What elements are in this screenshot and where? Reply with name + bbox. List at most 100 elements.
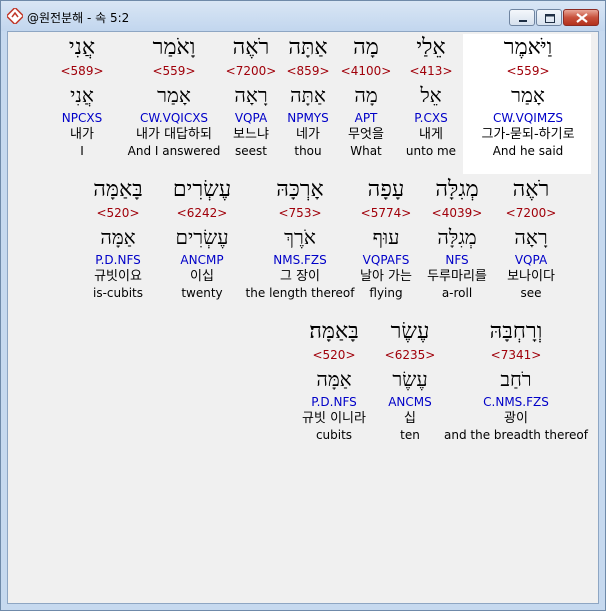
hebrew-word: מָה [353, 35, 379, 60]
parsing-code: VQPA [514, 253, 548, 267]
lexical-form: עוּף [372, 225, 400, 249]
english-gloss: What [350, 144, 382, 158]
lexical-form: אֲנִי [70, 83, 94, 107]
parsing-code: APT [354, 111, 378, 125]
parsing-code: P.CXS [414, 111, 448, 125]
lexical-form: אַתָּה [290, 83, 326, 107]
korean-gloss: 내게 [419, 127, 443, 142]
parsing-code: VQPAFS [362, 253, 410, 267]
minimize-button[interactable] [509, 9, 535, 26]
hebrew-word: עָפָה [367, 177, 405, 202]
parsing-code: P.D.NFS [311, 395, 357, 409]
parsing-code: ANCMS [388, 395, 432, 409]
lexical-form: עֶשֶׂר [392, 367, 428, 391]
hebrew-word: אֲנִי [68, 35, 96, 60]
minimize-icon [519, 20, 527, 22]
strong-number: <7200> [505, 206, 557, 220]
strong-number: <6235> [384, 348, 436, 362]
strong-number: <6242> [176, 206, 228, 220]
hebrew-word: עֶשְׂרִים [172, 177, 232, 202]
word-column[interactable]: מְגִלָּה <4039> מְגִלָּה NFS 두루마리를 a-roll [427, 176, 487, 301]
word-column[interactable]: רֹאֶה <7200> רָאָה VQPA 보나이다 see [506, 176, 557, 301]
english-gloss: the length thereof [245, 286, 355, 300]
app-logo-icon [5, 6, 25, 26]
korean-gloss: 무엇을 [348, 127, 384, 142]
word-column[interactable]: רֹאֶה <7200> רָאָה VQPA 보느냐 seest [226, 34, 277, 159]
close-button[interactable] [563, 9, 599, 26]
word-column[interactable]: עֶשֶׂר <6235> עֶשֶׂר ANCMS 십 ten [385, 318, 436, 443]
hebrew-word: בָּאַמָּה [93, 177, 143, 202]
english-gloss: I [80, 144, 84, 158]
parsing-code: NPMYS [287, 111, 329, 125]
english-gloss: and the breadth thereof [444, 428, 588, 442]
korean-gloss: 보나이다 [507, 269, 555, 284]
hebrew-word: וַיֹּאמֶר [503, 35, 553, 60]
lexical-form: עֶשְׂרִים [175, 225, 229, 249]
hebrew-word: אֵלַי [416, 35, 446, 60]
english-gloss: And he said [492, 144, 564, 158]
korean-gloss: 규빗이요 [94, 269, 142, 284]
word-column[interactable]: עֶשְׂרִים <6242> עֶשְׂרִים ANCMP 이십 twenty [173, 176, 231, 301]
word-column[interactable]: וַיֹּאמֶר <559> אָמַר CW.VQIMZS 그가-묻되-하기로 And… [481, 34, 574, 159]
window-title: @원전분해 - 속 5:2 [27, 11, 130, 25]
korean-gloss: 네가 [296, 127, 320, 142]
hebrew-word: אַתָּה [288, 35, 328, 60]
english-gloss: And I answered [127, 144, 221, 158]
english-gloss: cubits [315, 428, 353, 442]
korean-gloss: 보느냐 [233, 127, 269, 142]
word-column[interactable]: מָה <4100> מָה APT 무엇을 What [341, 34, 392, 159]
word-column[interactable]: אֲנִי <589> אֲנִי NPCXS 내가 I [60, 34, 103, 159]
maximize-icon [545, 14, 555, 23]
window-bottom-border [1, 604, 605, 610]
lexical-form: רֹחַב [500, 367, 532, 391]
lexical-form: אֵל [420, 83, 442, 107]
parsing-code: NMS.FZS [273, 253, 327, 267]
parsing-code: ANCMP [180, 253, 224, 267]
word-column[interactable]: בָּאַמָּה <520> אַמָּה P.D.NFS 규빗이요 is-cubits [93, 176, 143, 301]
strong-number: <520> [96, 206, 140, 220]
word-column[interactable]: וָאֹמַר <559> אָמַר CW.VQICXS 내가 대답하되 And I a… [128, 34, 221, 159]
lexical-form: רָאָה [514, 225, 548, 249]
lexical-form: מְגִלָּה [437, 225, 477, 249]
strong-number: <589> [60, 64, 104, 78]
strong-number: <7200> [225, 64, 277, 78]
word-column[interactable]: אָרְכָּהּ <753> אֹרֶךְ NMS.FZS 그 장이 the lengt… [246, 176, 355, 301]
interlinear-panel[interactable]: וַיֹּאמֶר <559> אָמַר CW.VQIMZS 그가-묻되-하기로 And… [7, 31, 599, 604]
strong-number: <559> [152, 64, 196, 78]
english-gloss: see [520, 286, 542, 300]
parsing-code: P.D.NFS [95, 253, 141, 267]
korean-gloss: 두루마리를 [427, 269, 487, 284]
hebrew-word: אָרְכָּהּ [276, 177, 324, 202]
app-window: @원전분해 - 속 5:2 וַיֹּאמֶר <559> אָמַר CW.VQIM… [0, 0, 606, 611]
lexical-form: אָמַר [157, 83, 191, 107]
hebrew-word: עֶשֶׂר [390, 319, 430, 344]
lexical-form: מָה [354, 83, 378, 107]
parsing-code: NPCXS [61, 111, 103, 125]
hebrew-word: מְגִלָּה [435, 177, 479, 202]
korean-gloss: 십 [404, 411, 416, 426]
korean-gloss: 내가 대답하되 [136, 127, 212, 142]
english-gloss: is-cubits [92, 286, 144, 300]
lexical-form: אַמָּה [100, 225, 136, 249]
title-bar[interactable]: @원전분해 - 속 5:2 [1, 1, 605, 31]
strong-number: <559> [506, 64, 550, 78]
hebrew-word: וָאֹמַר [152, 35, 196, 60]
korean-gloss: 이십 [190, 269, 214, 284]
word-column[interactable]: וְרָחְבָּהּ <7341> רֹחַב C.NMS.FZS 광이 and the… [444, 318, 588, 443]
hebrew-word: רֹאֶה [232, 35, 270, 60]
word-column[interactable]: אַתָּה <859> אַתָּה NPMYS 네가 thou [286, 34, 329, 159]
korean-gloss: 규빗 이니라 [302, 411, 366, 426]
parsing-code: C.NMS.FZS [483, 395, 549, 409]
hebrew-word: רֹאֶה [512, 177, 550, 202]
word-column[interactable]: בָּאַמָּה׃ <520> אַמָּה P.D.NFS 규빗 이니라 cubits [302, 318, 366, 443]
strong-number: <5774> [360, 206, 412, 220]
word-column[interactable]: עָפָה <5774> עוּף VQPAFS 날아 가는 flying [360, 176, 412, 301]
parsing-code: NFS [445, 253, 469, 267]
maximize-button[interactable] [536, 9, 562, 26]
english-gloss: a-roll [441, 286, 473, 300]
parsing-code: CW.VQIMZS [492, 111, 564, 125]
lexical-form: אֹרֶךְ [284, 225, 316, 249]
korean-gloss: 광이 [504, 411, 528, 426]
word-column[interactable]: אֵלַי <413> אֵל P.CXS 내게 unto me [406, 34, 456, 159]
korean-gloss: 내가 [70, 127, 94, 142]
